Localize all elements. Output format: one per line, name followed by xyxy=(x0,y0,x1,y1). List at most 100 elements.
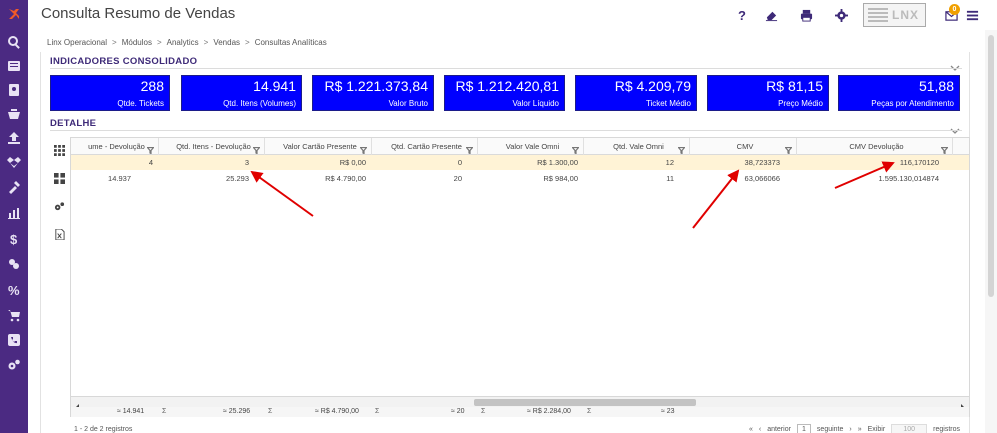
column-header[interactable]: Valor Vale Omni xyxy=(478,138,584,155)
dollar-icon[interactable]: $ xyxy=(0,227,28,251)
filter-icon[interactable] xyxy=(252,143,261,155)
table-cell: 25.293 xyxy=(226,174,249,183)
excel-export-icon[interactable] xyxy=(53,228,65,240)
page-title: Consulta Resumo de Vendas xyxy=(41,5,236,22)
filter-icon[interactable] xyxy=(465,143,474,155)
sigma-icon: Σ xyxy=(268,408,273,415)
column-header[interactable]: Valor Cartão Presente xyxy=(265,138,372,155)
kpi-card-pecas-atendimento: 51,88 Peças por Atendimento xyxy=(838,75,960,111)
column-header[interactable]: CMV xyxy=(690,138,797,155)
kpi-value: R$ 4.209,79 xyxy=(614,78,691,94)
svg-text:%: % xyxy=(8,283,20,297)
total-value: ≈ 20 xyxy=(451,408,465,415)
section-title-detalhe: DETALHE xyxy=(50,118,97,129)
kpi-value: 288 xyxy=(140,78,164,94)
filter-icon[interactable] xyxy=(940,143,949,155)
prev-page-icon[interactable]: ‹ xyxy=(759,426,761,433)
scrollbar-thumb[interactable] xyxy=(988,35,994,297)
svg-text:$: $ xyxy=(10,232,18,246)
last-page-icon[interactable]: » xyxy=(858,426,862,433)
gear-icon[interactable] xyxy=(833,7,849,23)
kpi-card-ticket-medio: R$ 4.209,79 Ticket Médio xyxy=(575,75,697,111)
column-header[interactable]: Qtd. Itens - Devolução xyxy=(159,138,265,155)
address-book-icon[interactable] xyxy=(0,78,28,102)
kpi-label: Qtd. Itens (Volumes) xyxy=(223,99,296,108)
header: Consulta Resumo de Vendas ? LNX 0 xyxy=(28,0,997,30)
cart-icon[interactable] xyxy=(0,102,28,126)
tools-icon[interactable] xyxy=(0,175,28,199)
breadcrumb-item[interactable]: Módulos xyxy=(122,38,152,47)
page-number-input[interactable]: 1 xyxy=(796,424,811,433)
menu-icon[interactable] xyxy=(964,7,980,23)
percent-icon[interactable]: % xyxy=(0,278,28,302)
kpi-value: 51,88 xyxy=(918,78,954,94)
chart-icon[interactable] xyxy=(0,201,28,225)
table-cell: R$ 4.790,00 xyxy=(325,174,366,183)
kpi-card-preco-medio: R$ 81,15 Preço Médio xyxy=(707,75,829,111)
kpi-value: R$ 1.212.420,81 xyxy=(455,78,559,94)
grid-view-icon[interactable] xyxy=(53,144,65,156)
kpi-value: R$ 81,15 xyxy=(766,78,823,94)
scrollbar-thumb[interactable] xyxy=(474,399,696,406)
table-row[interactable]: 4 3 R$ 0,00 0 R$ 1.300,00 12 38,723373 1… xyxy=(71,155,969,170)
sidebar: $ % xyxy=(0,0,28,433)
column-header[interactable]: CMV Devolução xyxy=(797,138,953,155)
table-cell: R$ 984,00 xyxy=(543,174,578,183)
section-divider xyxy=(50,130,962,131)
table-row[interactable]: 14.937 25.293 R$ 4.790,00 20 R$ 984,00 1… xyxy=(71,171,969,186)
help-icon[interactable]: ? xyxy=(734,7,750,23)
kpi-label: Valor Líquido xyxy=(512,99,559,108)
next-page-button[interactable]: seguinte xyxy=(817,426,843,433)
kpi-value: 14.941 xyxy=(253,78,296,94)
first-page-icon[interactable]: « xyxy=(749,426,753,433)
chevron-down-icon[interactable] xyxy=(950,59,960,71)
column-header[interactable]: ume - Devolução xyxy=(71,138,159,155)
filter-icon[interactable] xyxy=(359,143,368,155)
breadcrumb-separator: > xyxy=(245,38,250,47)
table-cell: 1.595.130,014874 xyxy=(878,174,939,183)
logo-icon[interactable] xyxy=(0,0,28,28)
table-cell: 38,723373 xyxy=(744,158,780,167)
kpi-label: Preço Médio xyxy=(778,99,823,108)
print-icon[interactable] xyxy=(798,7,814,23)
column-header[interactable]: Qtd. Cartão Presente xyxy=(372,138,478,155)
breadcrumb-item[interactable]: Consultas Analíticas xyxy=(255,38,327,47)
breadcrumb-item[interactable]: Vendas xyxy=(213,38,240,47)
upload-icon[interactable] xyxy=(0,126,28,150)
kpi-card-tickets: 288 Qtde. Tickets xyxy=(50,75,170,111)
eraser-icon[interactable] xyxy=(763,7,779,23)
prev-page-button[interactable]: anterior xyxy=(767,426,791,433)
dropbox-icon[interactable] xyxy=(0,150,28,174)
sigma-icon: Σ xyxy=(162,408,167,415)
column-header[interactable]: Qtd. Vale Omni xyxy=(584,138,690,155)
kpi-label: Ticket Médio xyxy=(645,99,691,108)
filter-icon[interactable] xyxy=(677,143,686,155)
page-scrollbar[interactable] xyxy=(985,30,997,433)
filter-icon[interactable] xyxy=(571,143,580,155)
table-cell: 3 xyxy=(244,158,249,167)
search-icon[interactable] xyxy=(0,30,28,54)
breadcrumb: Linx Operacional > Módulos > Analytics >… xyxy=(47,38,327,47)
scroll-left-icon[interactable] xyxy=(74,399,80,412)
next-page-icon[interactable]: › xyxy=(849,426,851,433)
breadcrumb-separator: > xyxy=(112,38,117,47)
list-icon[interactable] xyxy=(0,54,28,78)
gears-icon[interactable] xyxy=(0,353,28,377)
table-cell: 12 xyxy=(665,158,674,167)
filter-icon[interactable] xyxy=(784,143,793,155)
shopping-cart-icon[interactable] xyxy=(0,303,28,327)
kpi-value: R$ 1.221.373,84 xyxy=(324,78,428,94)
scroll-right-icon[interactable] xyxy=(960,399,966,412)
settings-icon[interactable] xyxy=(53,200,65,212)
filter-icon[interactable] xyxy=(146,143,155,155)
breadcrumb-item[interactable]: Analytics xyxy=(167,38,199,47)
chevron-down-icon[interactable] xyxy=(950,122,960,134)
breadcrumb-separator: > xyxy=(203,38,209,47)
grid-header: ume - Devolução Qtd. Itens - Devolução V… xyxy=(71,138,969,155)
money-icon[interactable] xyxy=(0,252,28,276)
breadcrumb-item[interactable]: Linx Operacional xyxy=(47,38,107,47)
phone-icon[interactable] xyxy=(0,328,28,352)
mail-icon[interactable]: 0 xyxy=(943,4,960,23)
tiles-view-icon[interactable] xyxy=(53,172,65,184)
page-size-select[interactable]: 100 xyxy=(891,424,928,433)
